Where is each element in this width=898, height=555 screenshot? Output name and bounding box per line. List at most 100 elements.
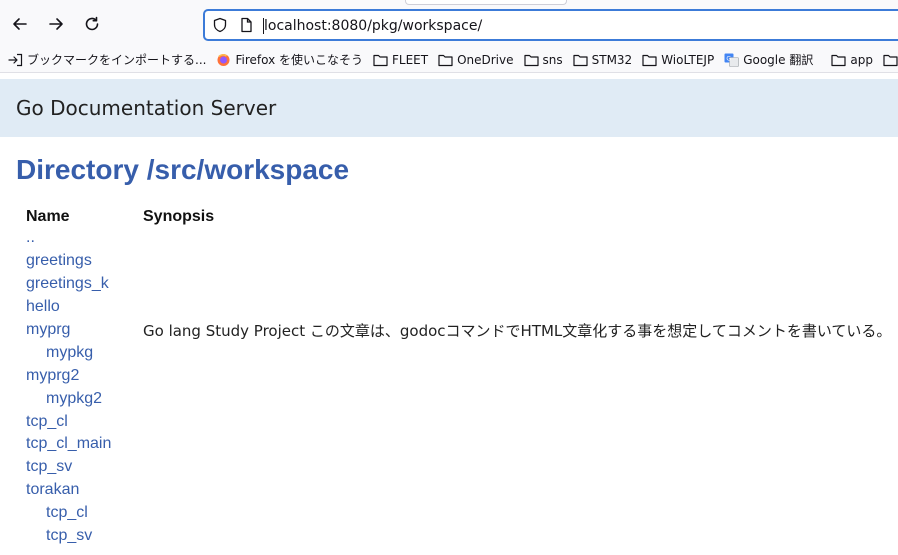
- page-info-icon[interactable]: [238, 17, 254, 33]
- package-synopsis: [143, 502, 891, 525]
- folder-icon: [831, 53, 846, 67]
- bookmark-label: sns: [542, 52, 563, 67]
- table-row: hello: [26, 296, 891, 319]
- package-name-cell: myprg2: [26, 364, 143, 387]
- import-icon: [8, 53, 23, 67]
- folder-icon: [642, 53, 657, 67]
- package-link[interactable]: mypkg2: [46, 390, 102, 407]
- package-name-cell: mypkg: [26, 341, 143, 364]
- forward-arrow-icon: [49, 18, 63, 30]
- package-link[interactable]: myprg2: [26, 367, 79, 384]
- reload-button[interactable]: [80, 12, 104, 36]
- table-row: greetings: [26, 250, 891, 273]
- package-name-cell: tcp_cl: [26, 502, 143, 525]
- package-synopsis: [143, 341, 891, 364]
- site-title[interactable]: Go Documentation Server: [16, 96, 276, 120]
- back-button[interactable]: [8, 12, 32, 36]
- table-row: myprg Go lang Study Project この文章は、godocコマ…: [26, 319, 891, 342]
- table-row: myprg2: [26, 364, 891, 387]
- bookmark-item[interactable]: STM32: [573, 52, 633, 67]
- forward-button[interactable]: [44, 12, 68, 36]
- folder-icon: [523, 53, 539, 67]
- url-text[interactable]: localhost:8080/pkg/workspace/: [264, 17, 482, 35]
- table-row: greetings_k: [26, 273, 891, 296]
- package-synopsis: [143, 227, 891, 250]
- package-synopsis: [143, 250, 891, 273]
- package-name-cell: greetings_k: [26, 273, 143, 296]
- package-link[interactable]: tcp_cl: [46, 504, 88, 521]
- bookmark-label: app: [850, 52, 873, 67]
- package-link[interactable]: tcp_cl: [26, 413, 68, 430]
- bookmark-label: FLEET: [391, 52, 429, 67]
- folder-icon: [883, 53, 898, 67]
- table-row: tcp_sv: [26, 525, 891, 548]
- table-row: mypkg2: [26, 387, 891, 410]
- package-name-cell: greetings: [26, 250, 143, 273]
- bookmark-item[interactable]: FLEET: [373, 53, 428, 67]
- package-name-cell: torakan: [26, 479, 143, 502]
- bookmark-label: OneDrive: [457, 52, 514, 67]
- table-row: tcp_cl_main: [26, 433, 891, 456]
- table-row: torakan: [26, 479, 891, 502]
- google-translate-icon: G: [724, 53, 740, 67]
- firefox-icon: [216, 53, 231, 67]
- folder-icon: [373, 53, 388, 67]
- bookmark-item[interactable]: ブックマークをインポートする...: [8, 51, 206, 68]
- bookmark-item[interactable]: WioLTEJP: [642, 53, 714, 67]
- package-synopsis: [143, 525, 891, 548]
- bookmark-item[interactable]: sns: [523, 52, 563, 67]
- package-link[interactable]: tcp_sv: [46, 527, 92, 544]
- package-link[interactable]: greetings_k: [26, 275, 109, 292]
- svg-text:G: G: [727, 55, 732, 62]
- column-header-synopsis: Synopsis: [143, 208, 215, 225]
- shield-icon[interactable]: [212, 17, 228, 33]
- table-row: tcp_cl: [26, 410, 891, 433]
- bookmark-label: ブックマークをインポートする...: [27, 53, 207, 67]
- package-link[interactable]: tcp_sv: [26, 458, 72, 475]
- bookmark-item[interactable]: app: [831, 53, 873, 67]
- bookmark-label: WioLTEJP: [661, 52, 715, 67]
- folder-icon: [438, 53, 453, 67]
- active-tab-edge[interactable]: [405, 0, 567, 5]
- bookmark-label: Firefox を使いこなそう: [235, 53, 363, 67]
- package-synopsis: [143, 479, 891, 502]
- bookmark-item[interactable]: OneDrive: [438, 52, 514, 67]
- bookmark-item[interactable]: G Google 翻訳: [724, 51, 813, 68]
- package-link[interactable]: ..: [26, 229, 35, 246]
- package-synopsis: Go lang Study Project この文章は、godocコマンドでHT…: [143, 321, 892, 340]
- package-name-cell: myprg: [26, 319, 143, 342]
- column-header-name: Name: [26, 208, 70, 225]
- package-synopsis: [143, 387, 891, 410]
- bookmark-item[interactable]: Firefox を使いこなそう: [216, 51, 363, 68]
- package-synopsis: [143, 433, 891, 456]
- package-link[interactable]: torakan: [26, 481, 79, 498]
- package-name-cell: tcp_sv: [26, 525, 143, 548]
- bookmark-label: STM32: [591, 52, 633, 67]
- browser-toolbar: localhost:8080/pkg/workspace/: [0, 0, 898, 47]
- package-synopsis: [143, 296, 891, 319]
- package-synopsis: [143, 456, 891, 479]
- package-synopsis: [143, 410, 891, 433]
- package-link[interactable]: tcp_cl_main: [26, 435, 111, 452]
- package-link[interactable]: greetings: [26, 252, 92, 269]
- page-title: Directory /src/workspace: [16, 154, 350, 185]
- package-synopsis: [143, 364, 891, 387]
- back-arrow-icon: [13, 18, 27, 30]
- reload-icon: [85, 16, 99, 31]
- package-synopsis: [143, 273, 891, 296]
- bookmark-label: Google 翻訳: [743, 53, 814, 67]
- folder-icon: [573, 53, 588, 67]
- table-row: tcp_cl: [26, 502, 891, 525]
- package-name-cell: hello: [26, 296, 143, 319]
- package-name-cell: tcp_cl_main: [26, 433, 143, 456]
- bookmark-item[interactable]: daigo: [883, 53, 898, 67]
- package-link[interactable]: mypkg: [46, 344, 93, 361]
- package-name-cell: tcp_cl: [26, 410, 143, 433]
- bookmarks-bar: ブックマークをインポートする... Firefox を使いこなそう FLEET One…: [0, 47, 898, 73]
- url-bar[interactable]: localhost:8080/pkg/workspace/: [203, 9, 898, 41]
- directory-table: Name Synopsis .. greetings greetings_khell…: [26, 207, 891, 547]
- package-link[interactable]: myprg: [26, 321, 70, 338]
- package-name-cell: ..: [26, 227, 143, 250]
- package-name-cell: tcp_sv: [26, 456, 143, 479]
- package-link[interactable]: hello: [26, 298, 60, 315]
